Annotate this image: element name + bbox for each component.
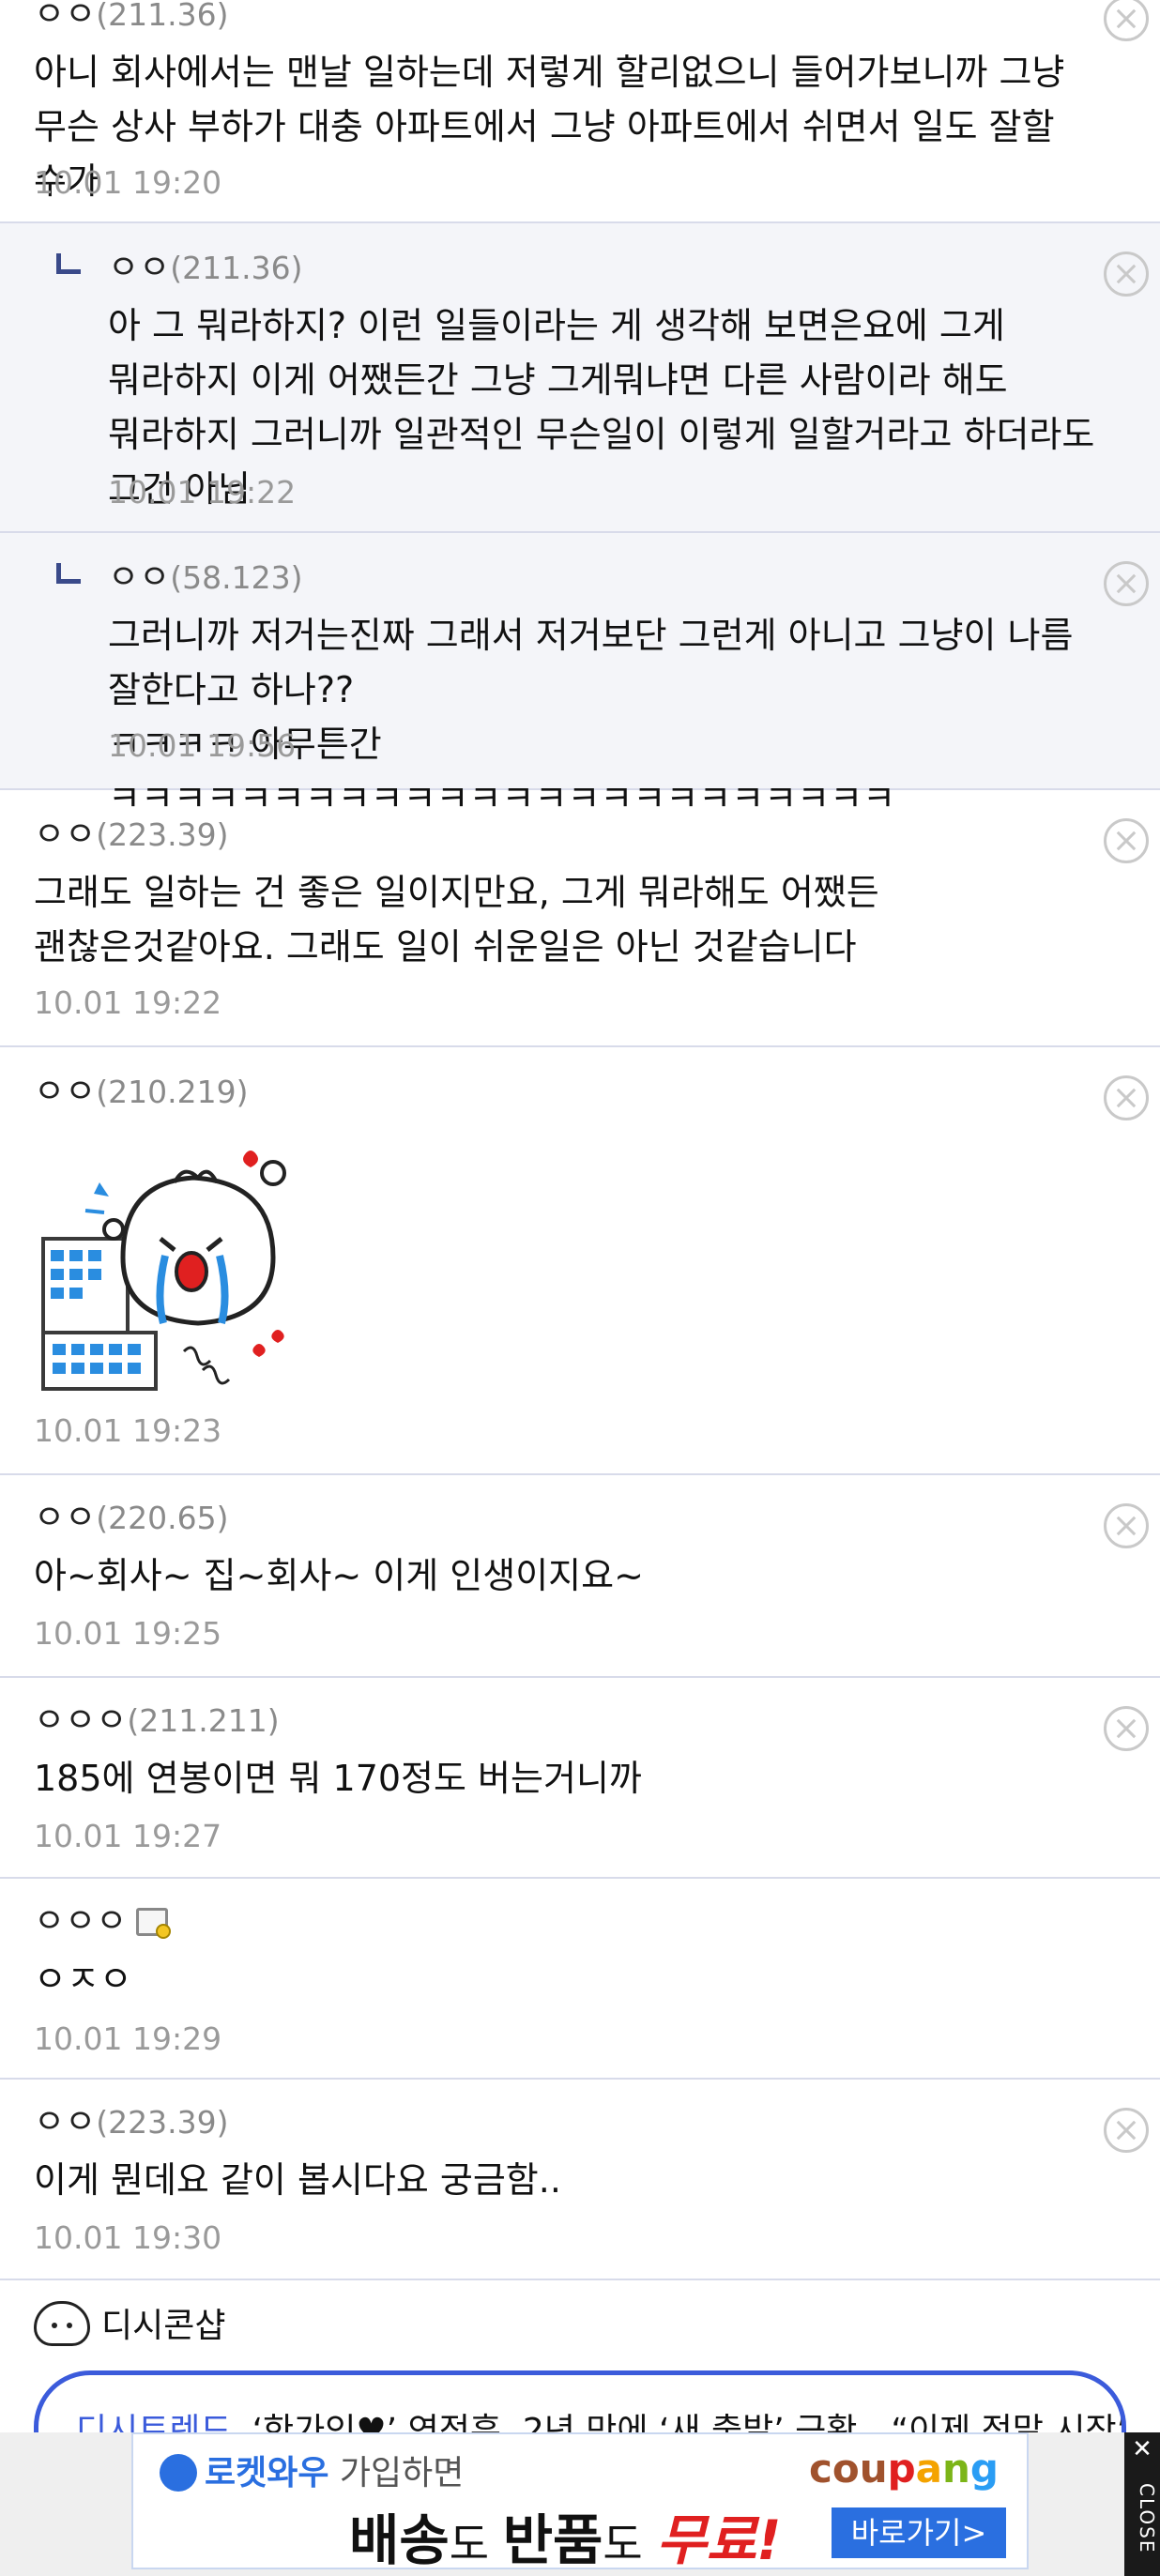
delete-comment-button[interactable] — [1104, 1706, 1149, 1751]
ad-banner-bar: 로켓와우 가입하면 coupang 배송도 반품도 무료! 바로가기> — [0, 2432, 1160, 2576]
ad-line-1: 로켓와우 가입하면 — [160, 2446, 464, 2494]
close-label: CLOSE — [1136, 2483, 1158, 2554]
reply-arrow-icon — [56, 563, 81, 584]
coupang-logo: coupang — [808, 2446, 999, 2492]
reply-item: ㅇㅇ(58.123) 그러니까 저거는진짜 그래서 저거보단 그런게 아니고 그… — [0, 533, 1160, 819]
delete-comment-button[interactable] — [1104, 1075, 1149, 1120]
comment-time: 10.01 19:22 — [34, 984, 222, 1021]
comment-time: 10.01 19:22 — [108, 474, 297, 511]
comment-author[interactable]: ㅇㅇ(223.39) — [34, 2104, 228, 2142]
comment-time: 10.01 19:56 — [108, 727, 297, 764]
delete-comment-button[interactable] — [1104, 818, 1149, 863]
comment-item: ㅇㅇㅇ(211.211) 185에 연봉이면 뭐 170정도 버는거니까 10.… — [0, 1678, 1160, 1879]
coupang-ad[interactable]: 로켓와우 가입하면 coupang 배송도 반품도 무료! 바로가기> — [131, 2432, 1029, 2572]
comment-author[interactable]: ㅇㅇㅇ(211.211) — [34, 1702, 280, 1740]
comment-text: 그래도 일하는 건 좋은 일이지만요, 그게 뭐라해도 어쨌든 괜찮은것같아요.… — [34, 872, 879, 968]
comment-time: 10.01 19:25 — [34, 1615, 222, 1652]
comment-item: ㅇㅇ(211.36) 아니 회사에서는 맨날 일하는데 저렇게 할리없으니 들어… — [0, 0, 1160, 223]
dccon-shop-label: 디시콘샵 — [101, 2307, 226, 2345]
comment-time: 10.01 19:20 — [34, 164, 222, 201]
comment-author[interactable]: ㅇㅇ(210.219) — [34, 1074, 248, 1111]
comment-time: 10.01 19:27 — [34, 1818, 222, 1854]
comment-item: ㅇㅇ(210.219) 10.01 19:23 — [0, 1047, 1160, 1475]
comment-author[interactable]: ㅇㅇ(58.123) — [108, 559, 302, 597]
rocket-icon — [160, 2454, 197, 2492]
delete-comment-button[interactable] — [1104, 252, 1149, 297]
ad-close-button[interactable]: ✕ CLOSE — [1124, 2432, 1160, 2576]
comment-author[interactable]: ㅇㅇ(211.36) — [108, 250, 302, 287]
delete-comment-button[interactable] — [1104, 0, 1149, 41]
comment-time: 10.01 19:29 — [34, 2020, 222, 2057]
ad-go-button[interactable]: 바로가기> — [832, 2507, 1006, 2558]
reply-item: ㅇㅇ(211.36) 아 그 뭐라하지? 이런 일들이라는 게 생각해 보면은요… — [0, 223, 1160, 533]
comment-text: 아~회사~ 집~회사~ 이게 인생이지요~ — [34, 1555, 644, 1596]
comment-text: ㅇㅈㅇ — [34, 1959, 132, 2000]
comment-author[interactable]: ㅇㅇㅇ — [34, 1903, 172, 1941]
dccon-shop-link[interactable]: 디시콘샵 — [34, 2301, 225, 2346]
comment-author[interactable]: ㅇㅇ(223.39) — [34, 816, 228, 854]
crying-bun-dccon-image[interactable] — [34, 1145, 306, 1408]
member-memo-icon — [136, 1908, 172, 1939]
delete-comment-button[interactable] — [1104, 561, 1149, 606]
comment-author[interactable]: ㅇㅇ(220.65) — [34, 1500, 228, 1537]
ad-line-2: 배송도 반품도 무료! — [349, 2508, 782, 2572]
reply-arrow-icon — [56, 253, 81, 274]
delete-comment-button[interactable] — [1104, 1503, 1149, 1548]
bun-icon — [34, 2301, 90, 2346]
comment-text: 이게 뭔데요 같이 봅시다요 궁금함.. — [34, 2159, 561, 2201]
close-icon[interactable]: ✕ — [1124, 2436, 1160, 2462]
comment-item: ㅇㅇㅇ ㅇㅈㅇ 10.01 19:29 — [0, 1879, 1160, 2080]
delete-comment-button[interactable] — [1104, 2108, 1149, 2153]
comment-item: ㅇㅇ(220.65) 아~회사~ 집~회사~ 이게 인생이지요~ 10.01 1… — [0, 1475, 1160, 1678]
comment-author[interactable]: ㅇㅇ(211.36) — [34, 0, 228, 34]
comment-text: 185에 연봉이면 뭐 170정도 버는거니까 — [34, 1758, 642, 1799]
comment-time: 10.01 19:23 — [34, 1412, 222, 1449]
comment-item: ㅇㅇ(223.39) 이게 뭔데요 같이 봅시다요 궁금함.. 10.01 19… — [0, 2080, 1160, 2280]
comment-time: 10.01 19:30 — [34, 2219, 222, 2256]
comment-item: ㅇㅇ(223.39) 그래도 일하는 건 좋은 일이지만요, 그게 뭐라해도 어… — [0, 790, 1160, 1047]
